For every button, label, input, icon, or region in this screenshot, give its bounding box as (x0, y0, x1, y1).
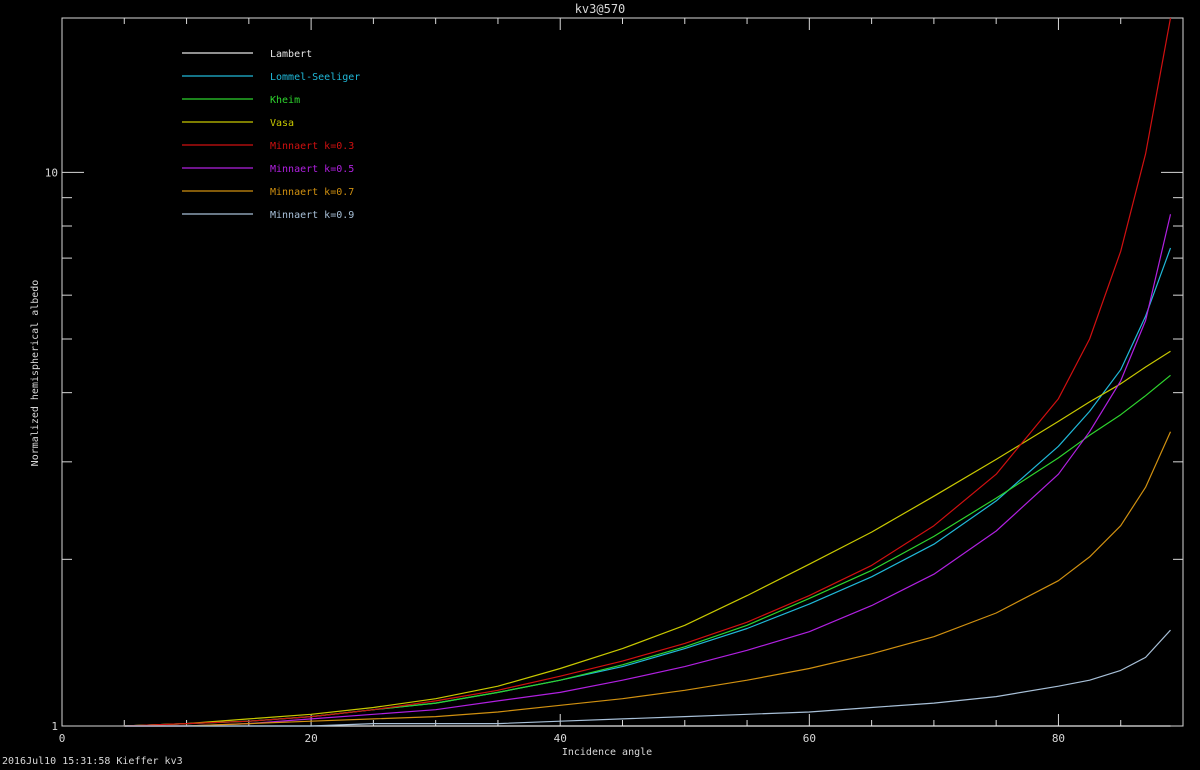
chart-title: kv3@570 (575, 2, 626, 16)
legend-label-vasa: Vasa (270, 118, 294, 129)
x-tick-label: 60 (803, 732, 816, 745)
legend-label-minnaert-k-0-7: Minnaert k=0.7 (270, 187, 354, 198)
y-axis-label: Normalized hemispherical albedo (30, 280, 41, 467)
y-tick-label: 1 (51, 720, 58, 733)
timestamp-footer: 2016Jul10 15:31:58 Kieffer kv3 (2, 756, 183, 767)
legend-label-minnaert-k-0-5: Minnaert k=0.5 (270, 164, 354, 175)
x-tick-label: 0 (59, 732, 66, 745)
legend-label-minnaert-k-0-3: Minnaert k=0.3 (270, 141, 354, 152)
legend-label-lommel-seeliger: Lommel-Seeliger (270, 72, 360, 83)
plot-window: 0 20 40 60 80 1 10 Lambert Lommel-Seeliger Kheim… (0, 0, 1200, 770)
x-tick-label: 20 (304, 732, 317, 745)
legend-label-lambert: Lambert (270, 49, 312, 60)
x-tick-label: 40 (554, 732, 567, 745)
x-axis-label: Incidence angle (562, 747, 652, 758)
legend-label-kheim: Kheim (270, 95, 300, 106)
legend-label-minnaert-k-0-9: Minnaert k=0.9 (270, 210, 354, 221)
y-tick-label: 10 (45, 166, 58, 179)
x-tick-label: 80 (1052, 732, 1065, 745)
